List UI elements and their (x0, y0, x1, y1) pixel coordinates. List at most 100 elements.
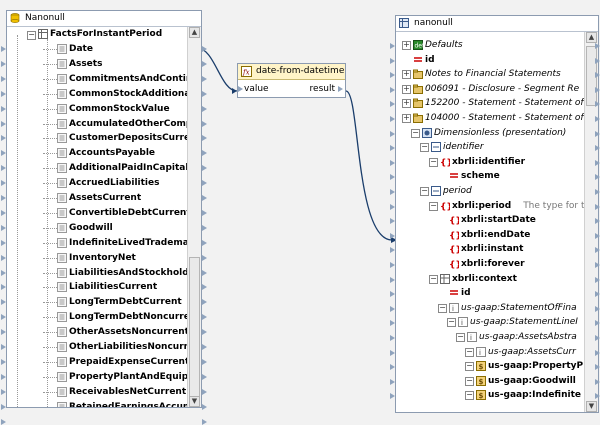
input-port[interactable] (1, 224, 6, 231)
scroll-up-button[interactable]: ▲ (189, 27, 200, 38)
input-port[interactable] (390, 393, 395, 400)
input-port[interactable] (390, 276, 395, 283)
input-port[interactable] (390, 145, 395, 152)
input-port[interactable] (1, 329, 6, 336)
target-item[interactable]: xbrli:forever (461, 257, 525, 271)
target-item[interactable]: xbrli:endDate (461, 228, 530, 242)
expand-toggle[interactable]: − (429, 157, 438, 167)
expand-toggle[interactable]: − (447, 318, 456, 328)
target-item[interactable]: us-gaap:AssetsAbstra (479, 330, 577, 344)
expand-toggle[interactable]: − (429, 201, 438, 211)
input-port[interactable] (1, 358, 6, 365)
input-port[interactable] (390, 189, 395, 195)
input-port[interactable] (390, 101, 395, 108)
target-item[interactable]: id (461, 286, 471, 300)
output-port[interactable] (595, 101, 600, 108)
source-item[interactable]: IndefiniteLivedTrademarks (69, 236, 187, 250)
source-item[interactable]: PropertyPlantAndEquipment (69, 370, 187, 384)
scroll-down-button[interactable]: ▼ (586, 401, 597, 412)
input-port[interactable] (390, 174, 395, 181)
input-port[interactable] (390, 335, 395, 341)
output-port[interactable] (202, 195, 207, 201)
input-port[interactable] (1, 75, 6, 82)
input-port[interactable] (390, 232, 395, 239)
source-item[interactable]: ConvertibleDebtCurrent (69, 206, 187, 220)
output-port[interactable] (202, 329, 207, 336)
output-port[interactable] (595, 262, 600, 268)
source-item[interactable]: OtherAssetsNoncurrent (69, 325, 187, 339)
source-item[interactable]: InventoryNet (69, 251, 136, 265)
input-port[interactable] (1, 209, 6, 216)
source-item[interactable]: Date (69, 42, 93, 56)
target-item[interactable]: period (443, 184, 472, 198)
input-port[interactable] (390, 378, 395, 385)
input-port[interactable] (390, 130, 395, 137)
expand-toggle[interactable]: − (429, 274, 438, 284)
source-item[interactable]: RetainedEarningsAccumulat (69, 400, 187, 407)
input-port[interactable] (1, 60, 6, 67)
input-port[interactable] (390, 159, 395, 166)
output-port[interactable] (202, 224, 207, 231)
source-item[interactable]: CommonStockAdditionalSe (69, 87, 187, 101)
input-port[interactable] (1, 373, 6, 380)
target-item[interactable]: identifier (443, 140, 484, 154)
output-port[interactable] (202, 373, 207, 380)
output-port[interactable] (595, 291, 600, 298)
input-port[interactable] (390, 262, 395, 268)
target-item[interactable]: Dimensionless (presentation) (434, 126, 566, 140)
expand-toggle[interactable]: + (402, 114, 411, 123)
output-port[interactable] (595, 86, 600, 93)
expand-toggle[interactable]: − (465, 391, 474, 401)
input-port[interactable] (390, 203, 395, 210)
output-port[interactable] (202, 120, 207, 127)
target-item[interactable]: xbrli:startDate (461, 213, 536, 227)
input-port[interactable] (390, 305, 395, 312)
output-port[interactable] (202, 209, 207, 216)
output-port[interactable] (595, 276, 600, 283)
expand-toggle[interactable]: − (465, 362, 474, 372)
target-item[interactable]: us-gaap:StatementOfFina (461, 301, 577, 315)
source-schema-titlebar[interactable]: Nanonull (7, 11, 201, 27)
input-port[interactable] (390, 86, 395, 93)
expand-toggle[interactable]: − (465, 376, 474, 386)
scroll-up-button[interactable]: ▲ (586, 32, 597, 43)
function-header[interactable]: fx date-from-datetime (238, 64, 345, 80)
target-item[interactable]: us-gaap:Indefinite (488, 388, 581, 402)
input-port[interactable] (1, 195, 6, 201)
source-item[interactable]: AccountsPayable (69, 146, 155, 160)
output-port[interactable] (595, 247, 600, 254)
source-item[interactable]: ReceivablesNetCurrent (69, 385, 186, 399)
output-port[interactable] (595, 145, 600, 152)
output-port[interactable] (595, 320, 600, 327)
date-from-datetime-function[interactable]: fx date-from-datetime value result (237, 63, 346, 98)
source-item[interactable]: LiabilitiesCurrent (69, 280, 157, 294)
output-port[interactable] (595, 72, 600, 79)
expand-toggle[interactable]: + (402, 99, 411, 109)
output-port[interactable] (202, 90, 207, 97)
target-item[interactable]: us-gaap:PropertyP (488, 359, 583, 373)
output-port[interactable] (595, 335, 600, 341)
output-port[interactable] (595, 130, 600, 137)
output-port[interactable] (595, 364, 600, 371)
target-item[interactable]: 104000 - Statement - Statement of (425, 111, 584, 125)
input-port[interactable] (1, 135, 6, 142)
target-item[interactable]: us-gaap:StatementLineI (470, 315, 578, 329)
source-item[interactable]: Assets (69, 57, 102, 71)
expand-toggle[interactable]: − (411, 128, 420, 138)
output-port[interactable] (202, 60, 207, 67)
output-port[interactable] (202, 180, 207, 187)
input-port[interactable] (390, 218, 395, 225)
source-item[interactable]: AccumulatedOtherCompreh (69, 117, 187, 131)
output-port[interactable] (338, 86, 343, 92)
source-item[interactable]: AccruedLiabilities (69, 176, 159, 190)
output-port[interactable] (595, 349, 600, 356)
source-item[interactable]: CommonStockValue (69, 102, 170, 116)
expand-toggle[interactable]: + (402, 70, 411, 80)
output-port[interactable] (202, 403, 207, 410)
output-port[interactable] (202, 344, 207, 350)
input-port[interactable] (1, 284, 6, 291)
output-port[interactable] (595, 218, 600, 225)
input-port[interactable] (390, 57, 395, 64)
input-port[interactable] (390, 320, 395, 327)
target-item[interactable]: us-gaap:Goodwill (488, 374, 576, 388)
